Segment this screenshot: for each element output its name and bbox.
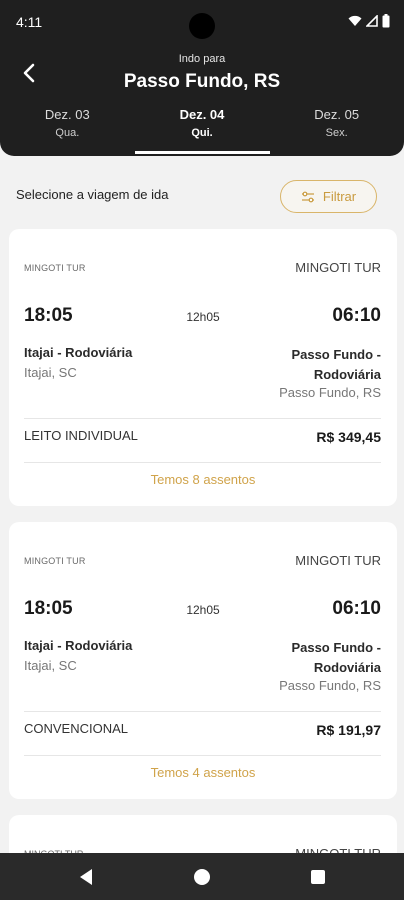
trip-card[interactable]: MINGOTI TUR MINGOTI TUR 18:05 12h05 06:1… <box>9 522 397 799</box>
available-seats-link[interactable]: Temos 8 assentos <box>9 472 397 487</box>
arrival-time: 06:10 <box>332 598 381 619</box>
tab-dez-03[interactable]: Dez. 03 Qua. <box>0 104 135 156</box>
origin-city: Itajai, SC <box>24 658 77 673</box>
destination-city: Passo Fundo, RS <box>279 385 381 400</box>
signal-icon <box>366 15 378 27</box>
status-time: 4:11 <box>16 14 43 30</box>
circle-home-icon <box>194 869 210 885</box>
divider <box>24 462 381 463</box>
tab-date: Dez. 05 <box>314 107 360 122</box>
wifi-icon <box>348 15 362 27</box>
filter-button[interactable]: Filtrar <box>280 180 377 213</box>
camera-cutout <box>189 13 215 39</box>
active-tab-indicator <box>135 151 270 154</box>
filter-label: Filtrar <box>322 189 357 204</box>
select-trip-label: Selecione a viagem de ida <box>16 187 169 202</box>
tab-weekday: Sex. <box>325 127 348 139</box>
nav-home-button[interactable] <box>191 866 213 888</box>
origin-station: Itajai - Rodoviária <box>24 345 133 360</box>
status-icons <box>348 14 390 28</box>
tab-date: Dez. 04 <box>179 107 225 122</box>
destination-station: Passo Fundo - Rodoviária <box>291 347 381 382</box>
divider <box>24 711 381 712</box>
square-recents-icon <box>311 870 325 884</box>
battery-icon <box>382 14 390 28</box>
seat-class: LEITO INDIVIDUAL <box>24 428 138 443</box>
origin-station: Itajai - Rodoviária <box>24 638 133 653</box>
divider <box>24 418 381 419</box>
status-bar: 4:11 <box>0 0 404 46</box>
destination-subtitle: Indo para <box>178 53 226 65</box>
nav-back-button[interactable] <box>75 866 97 888</box>
system-navigation-bar <box>0 853 404 900</box>
trip-card[interactable]: MINGOTI TUR MINGOTI TUR 18:05 12h05 06:1… <box>9 229 397 506</box>
tab-dez-05[interactable]: Dez. 05 Sex. <box>269 104 404 156</box>
arrival-time: 06:10 <box>332 305 381 326</box>
seat-class: CONVENCIONAL <box>24 721 129 736</box>
date-tabs: Dez. 03 Qua. Dez. 04 Qui. Dez. 05 Sex. <box>0 104 404 156</box>
divider <box>24 755 381 756</box>
operator-name: MINGOTI TUR <box>295 553 381 568</box>
destination-station: Passo Fundo - Rodoviária <box>291 640 381 675</box>
destination-city: Passo Fundo, RS <box>279 678 381 693</box>
operator-logo-text: MINGOTI TUR <box>24 556 86 566</box>
sliders-icon <box>301 191 314 202</box>
operator-logo-text: MINGOTI TUR <box>24 263 86 273</box>
trip-price: R$ 191,97 <box>316 722 381 738</box>
triangle-back-icon <box>80 869 92 885</box>
available-seats-link[interactable]: Temos 4 assentos <box>9 765 397 780</box>
nav-recents-button[interactable] <box>307 866 329 888</box>
header: 4:11 Indo para Passo Fundo, RS Dez. 03 Q… <box>0 0 404 156</box>
tab-weekday: Qua. <box>55 127 80 139</box>
operator-name: MINGOTI TUR <box>295 260 381 275</box>
origin-city: Itajai, SC <box>24 365 77 380</box>
tab-weekday: Qui. <box>191 127 213 139</box>
tab-date: Dez. 03 <box>44 107 90 122</box>
tab-dez-04[interactable]: Dez. 04 Qui. <box>135 104 270 156</box>
destination-title: Passo Fundo, RS <box>123 71 281 92</box>
trip-price: R$ 349,45 <box>316 429 381 445</box>
